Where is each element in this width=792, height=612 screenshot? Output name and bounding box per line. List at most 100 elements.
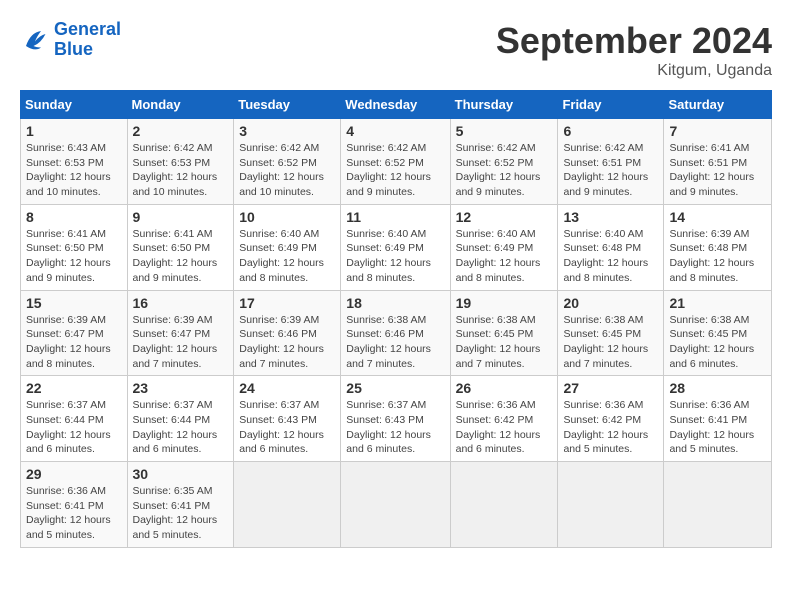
day-info: Sunrise: 6:39 AM Sunset: 6:46 PM Dayligh… [239,313,335,372]
day-info: Sunrise: 6:37 AM Sunset: 6:43 PM Dayligh… [346,398,444,457]
calendar-week-row: 22 Sunrise: 6:37 AM Sunset: 6:44 PM Dayl… [21,376,772,462]
calendar-day-header: Sunday [21,91,128,119]
calendar-cell: 21 Sunrise: 6:38 AM Sunset: 6:45 PM Dayl… [664,290,772,376]
logo-text: General Blue [54,20,121,60]
calendar-cell: 27 Sunrise: 6:36 AM Sunset: 6:42 PM Dayl… [558,376,664,462]
day-info: Sunrise: 6:39 AM Sunset: 6:48 PM Dayligh… [669,227,766,286]
day-number: 12 [456,209,553,225]
day-number: 2 [133,123,229,139]
day-number: 17 [239,295,335,311]
day-number: 1 [26,123,122,139]
calendar-day-header: Tuesday [234,91,341,119]
day-info: Sunrise: 6:38 AM Sunset: 6:45 PM Dayligh… [456,313,553,372]
day-info: Sunrise: 6:40 AM Sunset: 6:49 PM Dayligh… [346,227,444,286]
day-info: Sunrise: 6:35 AM Sunset: 6:41 PM Dayligh… [133,484,229,543]
day-number: 21 [669,295,766,311]
calendar-cell: 13 Sunrise: 6:40 AM Sunset: 6:48 PM Dayl… [558,204,664,290]
day-number: 26 [456,380,553,396]
day-number: 10 [239,209,335,225]
title-area: September 2024 Kitgum, Uganda [496,20,772,80]
calendar-cell: 8 Sunrise: 6:41 AM Sunset: 6:50 PM Dayli… [21,204,128,290]
day-number: 24 [239,380,335,396]
logo-bird-icon [20,25,50,55]
day-info: Sunrise: 6:42 AM Sunset: 6:52 PM Dayligh… [456,141,553,200]
calendar-cell: 9 Sunrise: 6:41 AM Sunset: 6:50 PM Dayli… [127,204,234,290]
calendar-week-row: 29 Sunrise: 6:36 AM Sunset: 6:41 PM Dayl… [21,462,772,548]
month-title: September 2024 [496,20,772,62]
day-info: Sunrise: 6:36 AM Sunset: 6:42 PM Dayligh… [563,398,658,457]
day-info: Sunrise: 6:38 AM Sunset: 6:45 PM Dayligh… [669,313,766,372]
calendar-cell: 24 Sunrise: 6:37 AM Sunset: 6:43 PM Dayl… [234,376,341,462]
day-number: 13 [563,209,658,225]
calendar-cell: 25 Sunrise: 6:37 AM Sunset: 6:43 PM Dayl… [341,376,450,462]
day-info: Sunrise: 6:36 AM Sunset: 6:41 PM Dayligh… [26,484,122,543]
calendar-cell: 16 Sunrise: 6:39 AM Sunset: 6:47 PM Dayl… [127,290,234,376]
day-info: Sunrise: 6:37 AM Sunset: 6:44 PM Dayligh… [26,398,122,457]
calendar-day-header: Wednesday [341,91,450,119]
calendar-cell: 23 Sunrise: 6:37 AM Sunset: 6:44 PM Dayl… [127,376,234,462]
day-number: 8 [26,209,122,225]
day-number: 30 [133,466,229,482]
calendar-cell: 5 Sunrise: 6:42 AM Sunset: 6:52 PM Dayli… [450,119,558,205]
day-info: Sunrise: 6:36 AM Sunset: 6:41 PM Dayligh… [669,398,766,457]
day-number: 3 [239,123,335,139]
calendar-cell: 20 Sunrise: 6:38 AM Sunset: 6:45 PM Dayl… [558,290,664,376]
day-number: 16 [133,295,229,311]
calendar-cell: 12 Sunrise: 6:40 AM Sunset: 6:49 PM Dayl… [450,204,558,290]
calendar-cell: 6 Sunrise: 6:42 AM Sunset: 6:51 PM Dayli… [558,119,664,205]
day-info: Sunrise: 6:40 AM Sunset: 6:49 PM Dayligh… [239,227,335,286]
calendar-cell [558,462,664,548]
calendar-day-header: Monday [127,91,234,119]
page-header: General Blue September 2024 Kitgum, Ugan… [20,20,772,80]
day-info: Sunrise: 6:37 AM Sunset: 6:44 PM Dayligh… [133,398,229,457]
day-info: Sunrise: 6:37 AM Sunset: 6:43 PM Dayligh… [239,398,335,457]
day-info: Sunrise: 6:42 AM Sunset: 6:51 PM Dayligh… [563,141,658,200]
calendar-cell: 30 Sunrise: 6:35 AM Sunset: 6:41 PM Dayl… [127,462,234,548]
calendar-cell [450,462,558,548]
calendar-cell: 29 Sunrise: 6:36 AM Sunset: 6:41 PM Dayl… [21,462,128,548]
calendar-cell: 7 Sunrise: 6:41 AM Sunset: 6:51 PM Dayli… [664,119,772,205]
calendar-cell: 11 Sunrise: 6:40 AM Sunset: 6:49 PM Dayl… [341,204,450,290]
day-number: 5 [456,123,553,139]
calendar-cell: 3 Sunrise: 6:42 AM Sunset: 6:52 PM Dayli… [234,119,341,205]
day-number: 28 [669,380,766,396]
day-number: 19 [456,295,553,311]
day-info: Sunrise: 6:43 AM Sunset: 6:53 PM Dayligh… [26,141,122,200]
calendar-table: SundayMondayTuesdayWednesdayThursdayFrid… [20,90,772,548]
calendar-day-header: Friday [558,91,664,119]
calendar-week-row: 8 Sunrise: 6:41 AM Sunset: 6:50 PM Dayli… [21,204,772,290]
calendar-cell [341,462,450,548]
calendar-cell: 26 Sunrise: 6:36 AM Sunset: 6:42 PM Dayl… [450,376,558,462]
day-info: Sunrise: 6:41 AM Sunset: 6:50 PM Dayligh… [133,227,229,286]
day-info: Sunrise: 6:41 AM Sunset: 6:51 PM Dayligh… [669,141,766,200]
day-number: 14 [669,209,766,225]
day-info: Sunrise: 6:40 AM Sunset: 6:48 PM Dayligh… [563,227,658,286]
day-number: 9 [133,209,229,225]
day-number: 29 [26,466,122,482]
calendar-day-header: Thursday [450,91,558,119]
day-info: Sunrise: 6:38 AM Sunset: 6:46 PM Dayligh… [346,313,444,372]
calendar-cell: 17 Sunrise: 6:39 AM Sunset: 6:46 PM Dayl… [234,290,341,376]
calendar-week-row: 15 Sunrise: 6:39 AM Sunset: 6:47 PM Dayl… [21,290,772,376]
calendar-cell: 14 Sunrise: 6:39 AM Sunset: 6:48 PM Dayl… [664,204,772,290]
day-number: 11 [346,209,444,225]
day-info: Sunrise: 6:42 AM Sunset: 6:53 PM Dayligh… [133,141,229,200]
calendar-cell: 10 Sunrise: 6:40 AM Sunset: 6:49 PM Dayl… [234,204,341,290]
day-info: Sunrise: 6:41 AM Sunset: 6:50 PM Dayligh… [26,227,122,286]
day-number: 4 [346,123,444,139]
day-number: 23 [133,380,229,396]
calendar-cell: 19 Sunrise: 6:38 AM Sunset: 6:45 PM Dayl… [450,290,558,376]
day-info: Sunrise: 6:39 AM Sunset: 6:47 PM Dayligh… [26,313,122,372]
calendar-cell [664,462,772,548]
day-info: Sunrise: 6:42 AM Sunset: 6:52 PM Dayligh… [239,141,335,200]
day-info: Sunrise: 6:42 AM Sunset: 6:52 PM Dayligh… [346,141,444,200]
calendar-cell: 2 Sunrise: 6:42 AM Sunset: 6:53 PM Dayli… [127,119,234,205]
day-number: 25 [346,380,444,396]
calendar-cell: 4 Sunrise: 6:42 AM Sunset: 6:52 PM Dayli… [341,119,450,205]
calendar-cell [234,462,341,548]
calendar-cell: 15 Sunrise: 6:39 AM Sunset: 6:47 PM Dayl… [21,290,128,376]
day-number: 15 [26,295,122,311]
day-info: Sunrise: 6:39 AM Sunset: 6:47 PM Dayligh… [133,313,229,372]
day-number: 18 [346,295,444,311]
calendar-day-header: Saturday [664,91,772,119]
